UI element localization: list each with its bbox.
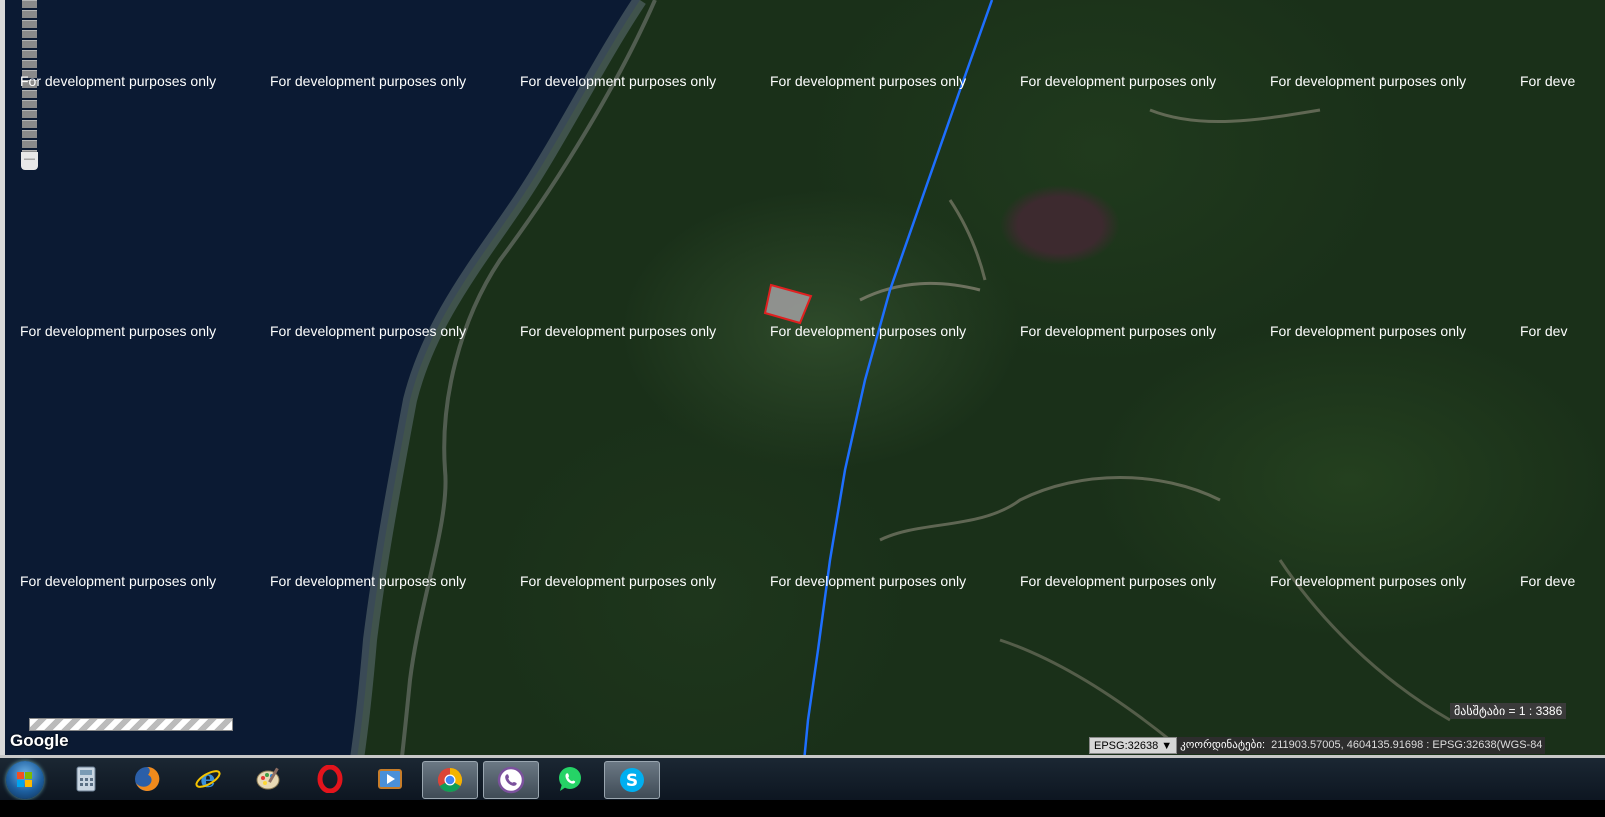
watermark-text: For development purposes only [770,73,967,89]
svg-text:S: S [626,771,638,791]
firefox-icon[interactable] [120,761,174,797]
projection-select[interactable]: EPSG:32638 ▼ [1089,737,1178,754]
watermark-text: For deve [1520,573,1576,589]
chevron-down-icon: ▼ [1161,740,1173,752]
paint-icon[interactable] [242,761,296,797]
zoom-out-handle[interactable]: — [21,152,38,170]
zoom-tick [22,0,37,8]
watermark-text: For development purposes only [1020,323,1217,339]
map-view[interactable]: — For development purposes only For deve… [0,0,1605,772]
opera-icon[interactable] [303,761,357,797]
map-left-edge [0,0,5,772]
dirt-road [948,199,987,281]
dirt-road [1149,108,1321,124]
zoom-tick [22,130,37,138]
whatsapp-icon[interactable] [543,761,597,797]
watermark-text: For deve [1520,73,1576,89]
watermark-text: For dev [1520,323,1568,339]
dirt-road [859,281,981,302]
media-player-icon[interactable] [363,761,417,797]
watermark-text: For development purposes only [520,573,717,589]
coordinates-value: 211903.57005, 4604135.91698 : EPSG:32638… [1268,737,1546,754]
zoom-tick [22,30,37,38]
coordinates-label: კოორდინატები: [1177,737,1269,754]
viber-icon[interactable] [483,761,539,799]
watermark-text: For development purposes only [1270,323,1467,339]
zoom-tick [22,100,37,108]
watermark-text: For development purposes only [270,323,467,339]
watermark-text: For development purposes only [20,573,217,589]
scale-bar [29,718,233,731]
watermark-text: For development purposes only [770,573,967,589]
projection-select-value: EPSG:32638 [1094,740,1159,752]
screen-bottom-edge [0,800,1605,817]
land-parcel[interactable] [763,283,813,325]
zoom-tick [22,20,37,28]
dirt-road [999,638,1171,742]
watermark-text: For development purposes only [520,73,717,89]
watermark-text: For development purposes only [20,73,217,89]
zoom-tick [22,140,37,148]
watermark-text: For development purposes only [1020,573,1217,589]
calculator-icon[interactable] [59,761,113,797]
windows-start-icon[interactable] [6,761,44,799]
watermark-text: For development purposes only [1270,73,1467,89]
map-scale-text: მასშტაბი = 1 : 3386 [1450,703,1567,719]
watermark-text: For development purposes only [20,323,217,339]
zoom-tick [22,10,37,18]
svg-text:e: e [200,765,215,793]
watermark-text: For development purposes only [270,573,467,589]
watermark-text: For development purposes only [1270,573,1467,589]
map-layers [0,0,1451,772]
zoom-tick [22,120,37,128]
watermark-text: For development purposes only [270,73,467,89]
watermark-text: For development purposes only [520,323,717,339]
skype-icon[interactable]: S [604,761,660,799]
internet-explorer-icon[interactable]: e [181,761,235,797]
google-attribution[interactable]: Google [10,731,69,751]
zoom-tick [22,50,37,58]
screen: — For development purposes only For deve… [0,0,1605,817]
watermark-text: For development purposes only [770,323,967,339]
zoom-tick [22,110,37,118]
chrome-icon[interactable] [422,761,478,799]
sea-area [0,0,640,772]
windows-taskbar [0,758,1605,800]
boundary-line [801,0,994,772]
coordinate-status-bar: EPSG:32638 ▼ კოორდინატები: 211903.57005,… [1089,737,1546,754]
zoom-tick [22,60,37,68]
zoom-tick [22,90,37,98]
dirt-road [879,476,1221,542]
zoom-tick [22,40,37,48]
watermark-text: For development purposes only [1020,73,1217,89]
